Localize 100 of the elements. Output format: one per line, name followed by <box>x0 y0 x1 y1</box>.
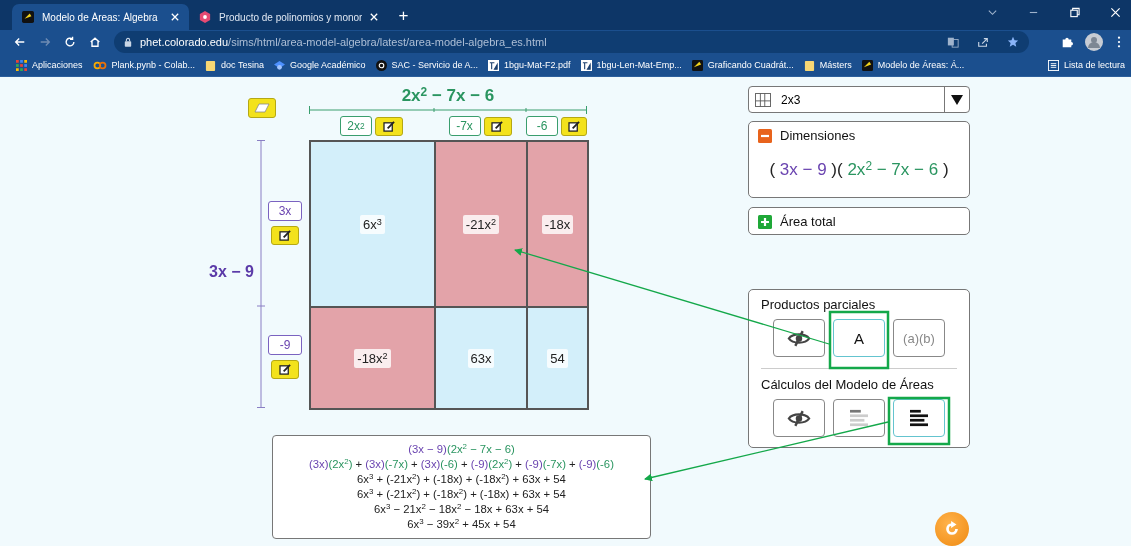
option-button[interactable] <box>773 399 825 437</box>
plus-icon <box>758 214 772 229</box>
grid-icon <box>755 92 771 107</box>
partial-product: 54 <box>547 348 568 368</box>
bookmark[interactable]: Másters <box>803 59 852 71</box>
bookmark[interactable]: Google Académico <box>273 59 366 71</box>
bookmark[interactable]: Plank.pynb - Colab... <box>92 59 196 71</box>
partial-product: -18x <box>541 214 574 234</box>
bookmark[interactable]: 1bgu-Len-Mat-Emp... <box>580 59 682 71</box>
option-button[interactable] <box>773 319 825 357</box>
hidden-eye-icon <box>787 409 811 427</box>
calculation-line: 6x$^{3}$ − 39x$^{2}$ + 45x + 54 <box>407 517 516 532</box>
hidden-eye-icon <box>787 329 811 347</box>
circle-icon <box>375 59 387 71</box>
calculation-line: 6x$^{3}$ + (-21x$^{2}$) + (-18x$^{2}$) + (-18x) + 63x + 54 <box>357 487 566 502</box>
highlight-frame <box>887 396 951 446</box>
address-bar[interactable]: phet.colorado.edu/sims/html/area-model-algebra/latest/area-model-algebra_es.html <box>114 31 1029 53</box>
highlight-frame <box>828 310 890 370</box>
edit-icon <box>278 230 292 241</box>
hexagon-icon <box>199 11 211 23</box>
tab-title: Modelo de Áreas: Álgebra <box>42 11 159 23</box>
layout-dropdown[interactable]: 2x3 <box>748 86 970 113</box>
close-icon[interactable] <box>370 13 379 21</box>
bookmark[interactable]: Modelo de Áreas: Á... <box>861 59 965 71</box>
phet-icon <box>22 11 34 23</box>
term-field[interactable]: -9 <box>268 335 302 355</box>
bookmark-label: doc Tesina <box>221 60 264 70</box>
edit-icon <box>382 120 396 132</box>
home-icon[interactable] <box>89 36 101 48</box>
close-icon[interactable] <box>171 13 179 21</box>
phet-icon <box>691 59 703 71</box>
folder-icon <box>803 59 815 71</box>
eraser-icon <box>254 103 270 113</box>
group-title: Cálculos del Modelo de Áreas <box>761 377 935 392</box>
new-tab-button[interactable]: + <box>398 6 409 26</box>
edit-icon <box>278 364 292 375</box>
dimensions-toggle[interactable]: Dimensiones <box>758 128 856 143</box>
option-button[interactable] <box>893 399 945 437</box>
menu-icon[interactable] <box>1117 36 1121 48</box>
edit-icon <box>491 120 504 132</box>
share-icon[interactable] <box>977 36 989 48</box>
group-title: Productos parciales <box>761 297 877 312</box>
bookmark[interactable]: 1bgu-Mat-F2.pdf <box>488 59 571 71</box>
document-icon <box>580 59 592 71</box>
close-icon[interactable] <box>1110 7 1121 18</box>
lines-icon <box>908 409 930 427</box>
calculation-line: (3x)(2x$^{2}$) + (3x)(-7x) + (3x)(-6) + (-9)(2x$^{2}$) + (-9)(-7x) + (-9)(-6) <box>309 457 614 472</box>
star-icon[interactable] <box>1007 36 1019 48</box>
apps-grid-icon <box>16 59 27 71</box>
length-total: 2x$^{2}$ − 7x − 6 <box>401 86 495 106</box>
caret-icon <box>951 94 963 105</box>
lock-icon <box>124 37 132 47</box>
bookmark[interactable]: Aplicaciones <box>16 59 83 71</box>
minus-icon <box>758 128 772 143</box>
tab-title: Producto de polinomios y monor <box>219 11 363 23</box>
total-area-toggle[interactable]: Área total <box>758 214 836 229</box>
edit-button[interactable] <box>483 116 512 136</box>
avatar[interactable] <box>1085 33 1103 51</box>
partial-product: -18x$^{2}$ <box>354 348 391 368</box>
browser-tab[interactable]: Producto de polinomios y monor <box>189 4 389 30</box>
edit-button[interactable] <box>375 116 403 136</box>
bookmark-label: Másters <box>819 60 852 70</box>
bookmark-label: Plank.pynb - Colab... <box>111 60 196 70</box>
bookmark-label: Google Académico <box>289 60 366 70</box>
list-icon <box>1047 59 1059 71</box>
option-button[interactable]: (a)(b) <box>893 319 945 357</box>
bookmark-label: 1bgu-Mat-F2.pdf <box>504 60 571 70</box>
option-button[interactable]: A <box>833 319 885 357</box>
term-field[interactable]: 3x <box>268 201 302 221</box>
dimensions-expression: ( 3x − 9 )( 2x$^{2}$ − 7x − 6 ) <box>768 160 950 180</box>
bookmark[interactable]: Graficando Cuadrát... <box>691 59 794 71</box>
partial-product: 6x$^{3}$ <box>360 214 385 234</box>
cap-icon <box>273 59 285 71</box>
bookmark[interactable]: SAC - Servicio de A... <box>375 59 479 71</box>
bookmark-label: Modelo de Áreas: Á... <box>877 60 965 70</box>
bookmark[interactable]: doc Tesina <box>205 59 264 71</box>
restore-icon[interactable] <box>1069 7 1080 18</box>
chevron-icon[interactable] <box>987 7 998 18</box>
reload-icon[interactable] <box>64 36 76 48</box>
term-field[interactable]: -7x <box>448 116 481 136</box>
edit-button[interactable] <box>271 226 299 245</box>
back-icon[interactable] <box>14 36 26 48</box>
phet-icon <box>861 59 873 71</box>
term-field[interactable]: -6 <box>526 116 558 136</box>
bookmark-label: 1bgu-Len-Mat-Emp... <box>596 60 682 70</box>
edit-button[interactable] <box>561 116 587 136</box>
bookmark-label: Graficando Cuadrát... <box>707 60 794 70</box>
folder-icon <box>205 59 217 71</box>
width-total: 3x − 9 <box>209 263 254 281</box>
rings-icon <box>92 59 107 71</box>
edit-icon <box>567 120 581 132</box>
edit-button[interactable] <box>271 360 299 379</box>
calculation-line: 6x$^{3}$ + (-21x$^{2}$) + (-18x) + (-18x$^{2}$) + 63x + 54 <box>357 472 566 487</box>
browser-tab[interactable]: Modelo de Áreas: Álgebra <box>12 4 189 30</box>
partial-product: 63x <box>467 348 495 368</box>
calculation-line: 6x$^{3}$ − 21x$^{2}$ − 18x$^{2}$ − 18x + 63x + 54 <box>374 502 549 517</box>
translate-icon[interactable] <box>947 36 959 48</box>
bookmark-label: SAC - Servicio de A... <box>391 60 479 70</box>
puzzle-icon[interactable] <box>1061 36 1073 48</box>
reading-list-button[interactable]: Lista de lectura <box>1047 59 1125 71</box>
